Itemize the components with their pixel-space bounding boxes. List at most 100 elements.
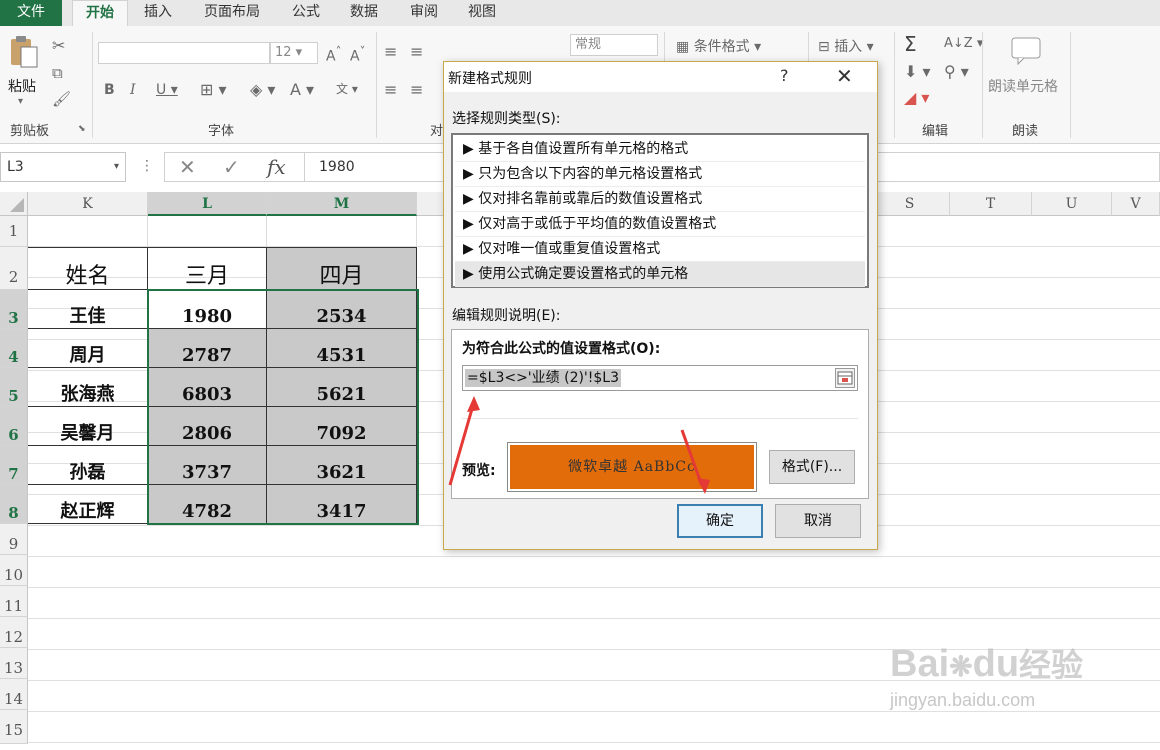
ok-button[interactable]: 确定 bbox=[677, 504, 763, 538]
row-header-11[interactable]: 11 bbox=[0, 586, 28, 617]
fill-color-icon[interactable]: ◈ ▾ bbox=[250, 80, 275, 99]
table-cell-name[interactable]: 张海燕 bbox=[28, 368, 148, 407]
header-cell-april[interactable]: 四月 bbox=[267, 247, 417, 290]
range-select-icon[interactable] bbox=[835, 368, 855, 388]
underline-icon[interactable]: U ▾ bbox=[156, 82, 178, 98]
tab-home[interactable]: 开始 bbox=[72, 0, 128, 26]
format-button[interactable]: 格式(F)... bbox=[769, 450, 855, 484]
rule-type-item[interactable]: ▶ 基于各自值设置所有单元格的格式 bbox=[455, 137, 865, 162]
cancel-button[interactable]: 取消 bbox=[775, 504, 861, 538]
table-cell-value[interactable]: 2534 bbox=[267, 290, 417, 329]
table-cell-value[interactable]: 2787 bbox=[148, 329, 267, 368]
tab-page-layout[interactable]: 页面布局 bbox=[194, 0, 270, 26]
table-cell-value[interactable]: 5621 bbox=[267, 368, 417, 407]
dialog-title-bar[interactable]: 新建格式规则 ? ✕ bbox=[444, 62, 877, 92]
bold-icon[interactable]: B bbox=[104, 82, 115, 98]
cell-m1[interactable] bbox=[267, 216, 417, 247]
row-header-12[interactable]: 12 bbox=[0, 617, 28, 648]
insert-function-icon[interactable]: fx bbox=[267, 155, 286, 179]
border-icon[interactable]: ⊞ ▾ bbox=[200, 80, 227, 99]
name-box[interactable]: L3 ▾ bbox=[0, 152, 126, 182]
tab-file[interactable]: 文件 bbox=[0, 0, 62, 26]
font-color-icon[interactable]: A ▾ bbox=[290, 80, 314, 99]
row-header-15[interactable]: 15 bbox=[0, 710, 28, 744]
header-cell-march[interactable]: 三月 bbox=[148, 247, 267, 290]
column-header-u[interactable]: U bbox=[1032, 192, 1112, 216]
align-left-icon[interactable]: ≡ bbox=[384, 80, 397, 99]
paste-label[interactable]: 粘贴 bbox=[8, 76, 36, 96]
read-cell-label[interactable]: 朗读单元格 bbox=[988, 76, 1058, 96]
font-name-combo[interactable] bbox=[98, 42, 270, 64]
row-header-3[interactable]: 3 bbox=[0, 290, 28, 329]
shrink-font-icon[interactable]: A˅ bbox=[350, 44, 365, 65]
paste-icon[interactable] bbox=[8, 34, 40, 70]
table-cell-active[interactable]: 1980 bbox=[148, 290, 267, 329]
row-header-14[interactable]: 14 bbox=[0, 679, 28, 710]
tab-view[interactable]: 视图 bbox=[458, 0, 506, 26]
column-header-l[interactable]: L bbox=[148, 192, 267, 216]
table-cell-name[interactable]: 孙磊 bbox=[28, 446, 148, 485]
read-cell-icon[interactable] bbox=[1010, 36, 1044, 70]
italic-icon[interactable]: I bbox=[130, 82, 136, 98]
sort-filter-icon[interactable]: A↓Z ▾ bbox=[944, 36, 983, 51]
find-select-icon[interactable]: ⚲ ▾ bbox=[944, 62, 969, 81]
row-header-7[interactable]: 7 bbox=[0, 446, 28, 485]
grow-font-icon[interactable]: A˄ bbox=[326, 44, 341, 65]
row-header-2[interactable]: 2 bbox=[0, 247, 28, 290]
table-cell-name[interactable]: 周月 bbox=[28, 329, 148, 368]
rule-type-list[interactable]: ▶ 基于各自值设置所有单元格的格式 ▶ 只为包含以下内容的单元格设置格式 ▶ 仅… bbox=[451, 133, 869, 288]
table-cell-value[interactable]: 6803 bbox=[148, 368, 267, 407]
paste-dropdown-icon[interactable]: ▾ bbox=[18, 96, 23, 107]
rule-type-item[interactable]: ▶ 仅对高于或低于平均值的数值设置格式 bbox=[455, 212, 865, 237]
phonetic-icon[interactable]: 文 ▾ bbox=[336, 80, 358, 97]
table-cell-value[interactable]: 3621 bbox=[267, 446, 417, 485]
row-header-5[interactable]: 5 bbox=[0, 368, 28, 407]
name-box-dropdown-icon[interactable]: ▾ bbox=[114, 153, 119, 181]
rule-type-item-selected[interactable]: ▶ 使用公式确定要设置格式的单元格 bbox=[455, 262, 865, 287]
number-format-combo[interactable]: 常规 bbox=[570, 34, 658, 56]
column-header-t[interactable]: T bbox=[950, 192, 1032, 216]
table-cell-value[interactable]: 3417 bbox=[267, 485, 417, 524]
align-middle-icon[interactable]: ≡ bbox=[410, 42, 423, 61]
column-header-v[interactable]: V bbox=[1112, 192, 1160, 216]
table-cell-value[interactable]: 4782 bbox=[148, 485, 267, 524]
column-header-s[interactable]: S bbox=[870, 192, 950, 216]
cell-l1[interactable] bbox=[148, 216, 267, 247]
header-cell-name[interactable]: 姓名 bbox=[28, 247, 148, 290]
row-header-1[interactable]: 1 bbox=[0, 216, 28, 247]
autosum-icon[interactable]: Σ bbox=[904, 32, 917, 56]
tab-data[interactable]: 数据 bbox=[340, 0, 388, 26]
clipboard-launcher-icon[interactable]: ⬊ bbox=[78, 124, 86, 134]
cancel-entry-icon[interactable]: ✕ bbox=[179, 155, 196, 179]
format-painter-icon[interactable]: 🖌 bbox=[52, 90, 71, 108]
clear-icon[interactable]: ◢ ▾ bbox=[904, 88, 929, 107]
align-top-icon[interactable]: ≡ bbox=[384, 42, 397, 61]
column-header-k[interactable]: K bbox=[28, 192, 148, 216]
close-icon[interactable]: ✕ bbox=[836, 64, 853, 88]
copy-icon[interactable]: ⧉ bbox=[52, 64, 63, 82]
table-cell-value[interactable]: 2806 bbox=[148, 407, 267, 446]
rule-type-item[interactable]: ▶ 只为包含以下内容的单元格设置格式 bbox=[455, 162, 865, 187]
row-header-6[interactable]: 6 bbox=[0, 407, 28, 446]
table-cell-name[interactable]: 吴馨月 bbox=[28, 407, 148, 446]
conditional-format-button[interactable]: ▦ 条件格式 ▾ bbox=[676, 36, 761, 56]
row-header-8[interactable]: 8 bbox=[0, 485, 28, 524]
row-header-9[interactable]: 9 bbox=[0, 524, 28, 555]
table-cell-name[interactable]: 赵正辉 bbox=[28, 485, 148, 524]
select-all-corner[interactable] bbox=[0, 192, 28, 216]
rule-type-item[interactable]: ▶ 仅对唯一值或重复值设置格式 bbox=[455, 237, 865, 262]
row-header-10[interactable]: 10 bbox=[0, 555, 28, 586]
row-header-13[interactable]: 13 bbox=[0, 648, 28, 679]
row-header-4[interactable]: 4 bbox=[0, 329, 28, 368]
cut-icon[interactable]: ✂ bbox=[52, 36, 65, 55]
column-header-m[interactable]: M bbox=[267, 192, 417, 216]
rule-formula-input[interactable]: =$L3<>'业绩 (2)'!$L3 bbox=[462, 365, 858, 391]
tab-insert[interactable]: 插入 bbox=[134, 0, 182, 26]
table-cell-value[interactable]: 4531 bbox=[267, 329, 417, 368]
tab-review[interactable]: 审阅 bbox=[400, 0, 448, 26]
cell-k1[interactable] bbox=[28, 216, 148, 247]
table-cell-value[interactable]: 7092 bbox=[267, 407, 417, 446]
table-cell-name[interactable]: 王佳 bbox=[28, 290, 148, 329]
align-center-icon[interactable]: ≡ bbox=[410, 80, 423, 99]
confirm-entry-icon[interactable]: ✓ bbox=[223, 155, 240, 179]
